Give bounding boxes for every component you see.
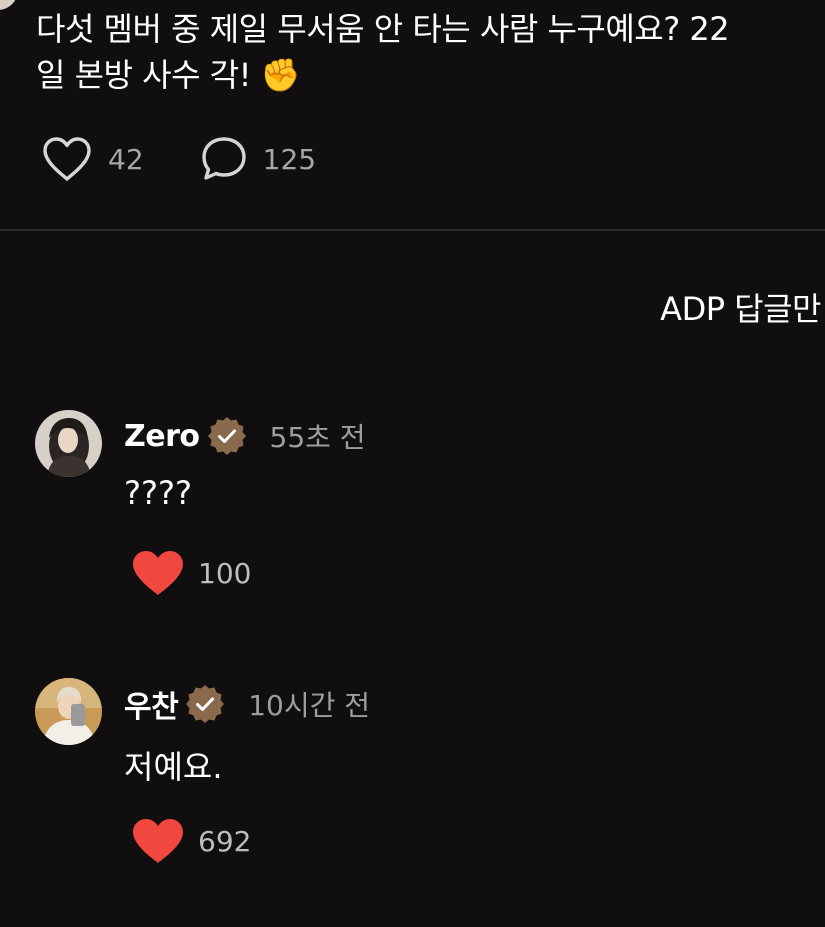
reply-header: Zero 55초 전	[124, 416, 366, 456]
reply-timestamp: 55초 전	[269, 421, 366, 454]
reply-like-count: 692	[198, 824, 252, 858]
reply-text: ????	[124, 474, 192, 512]
heart-filled-icon	[130, 816, 186, 866]
verified-badge-icon	[184, 683, 226, 725]
avatar[interactable]	[35, 410, 102, 477]
post-actions: 42 125	[40, 132, 316, 186]
reply-like-button[interactable]: 692	[130, 816, 251, 866]
reply-timestamp: 10시간 전	[248, 689, 371, 722]
post-comment-count: 125	[262, 142, 317, 176]
comment-bubble-icon	[199, 134, 249, 184]
reply-author-name[interactable]: 우찬	[124, 682, 179, 726]
post-comment-button[interactable]: 125	[199, 134, 316, 184]
post-text: 다섯 멤버 중 제일 무서움 안 타는 사람 누구예요? 22 일 본방 사수 …	[36, 6, 816, 98]
post-like-count: 42	[108, 142, 144, 176]
reply-like-button[interactable]: 100	[130, 548, 251, 598]
post-text-line-1: 다섯 멤버 중 제일 무서움 안 타는 사람 누구예요? 22	[36, 10, 730, 48]
post-author-avatar[interactable]	[0, 0, 18, 10]
reply-filter-label[interactable]: ADP 답글만	[660, 284, 821, 330]
reply-text: 저예요.	[124, 748, 223, 786]
reply-like-count: 100	[198, 556, 252, 590]
post-like-button[interactable]: 42	[40, 135, 144, 183]
section-divider	[0, 229, 825, 231]
heart-outline-icon	[40, 135, 94, 183]
post-text-line-2: 일 본방 사수 각! ✊	[36, 56, 301, 94]
verified-badge-icon	[206, 415, 248, 457]
reply-header: 우찬 10시간 전	[124, 682, 371, 726]
reply-author-name[interactable]: Zero	[124, 419, 200, 454]
avatar[interactable]	[35, 678, 102, 745]
heart-filled-icon	[130, 548, 186, 598]
